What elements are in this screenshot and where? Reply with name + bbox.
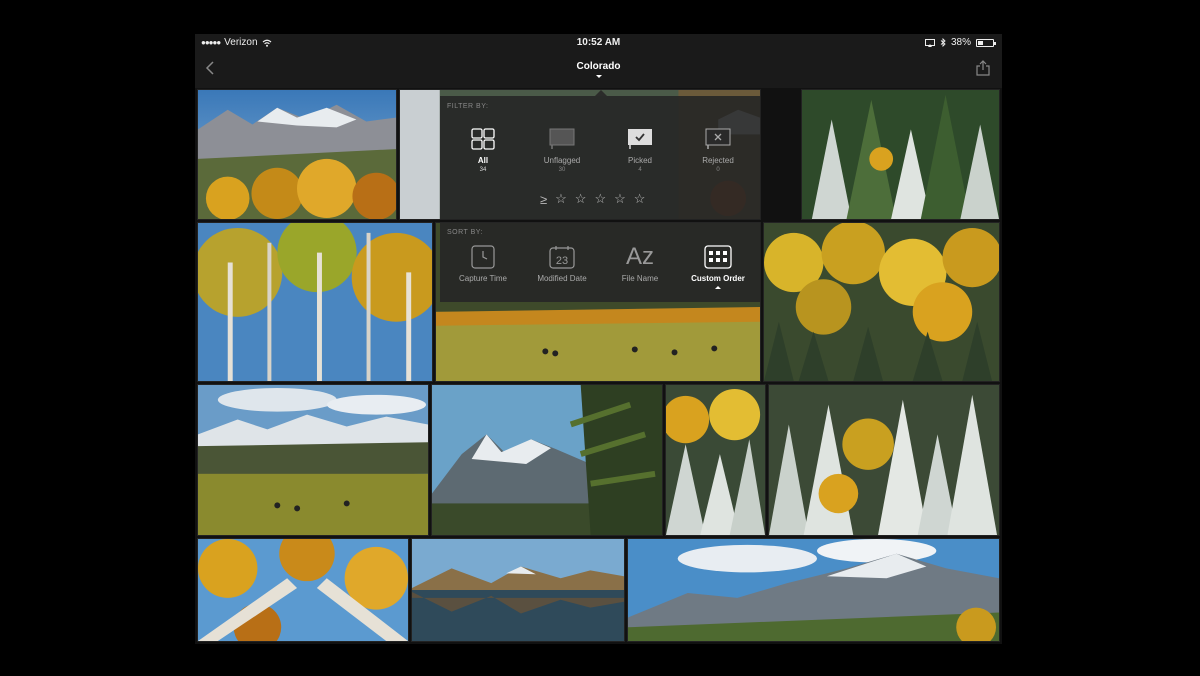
star-3-button[interactable]: ☆ (594, 191, 606, 207)
bluetooth-icon (940, 38, 946, 47)
rating-operator-button[interactable]: ≥ (540, 192, 547, 207)
filter-unflagged-option[interactable]: Unflagged 30 (522, 126, 602, 173)
sort-panel: SORT BY: Capture Time 23 Modified Date A… (440, 222, 760, 302)
photo-thumbnail[interactable] (411, 538, 625, 642)
star-4-button[interactable]: ☆ (614, 191, 626, 207)
sort-section-label: SORT BY: (447, 229, 484, 236)
star-5-button[interactable]: ☆ (634, 191, 646, 207)
share-icon (976, 60, 990, 76)
sort-direction-icon[interactable] (715, 286, 721, 289)
custom-order-icon (704, 245, 732, 269)
flag-empty-icon (549, 128, 575, 149)
sort-file-name-option[interactable]: Az File Name (600, 243, 680, 283)
photo-thumbnail[interactable] (763, 222, 1000, 382)
sort-custom-order-option[interactable]: Custom Order (678, 244, 758, 289)
filter-rejected-option[interactable]: Rejected 0 (678, 126, 758, 173)
filter-option-count: 34 (479, 167, 487, 173)
sort-modified-date-option[interactable]: 23 Modified Date (522, 244, 602, 283)
battery-percent: 38% (950, 37, 971, 48)
flag-rejected-icon (705, 128, 731, 149)
sort-option-label: Capture Time (458, 274, 508, 283)
navigation-bar: Colorado (195, 52, 1002, 88)
battery-fill (978, 40, 983, 45)
calendar-icon: 23 (549, 246, 575, 269)
filter-panel: FILTER BY: All 34 Unflagged 30 Picked 4 … (440, 96, 760, 219)
filter-option-count: 4 (638, 167, 642, 173)
photo-thumbnail[interactable] (431, 384, 663, 536)
filter-picked-option[interactable]: Picked 4 (600, 126, 680, 173)
filter-option-count: 30 (558, 167, 566, 173)
filter-option-label: All (477, 156, 489, 165)
screen-mirror-icon (924, 38, 935, 47)
sort-option-label: Modified Date (537, 274, 587, 283)
filter-option-count: 0 (716, 167, 720, 173)
sort-option-label: File Name (621, 274, 659, 283)
status-bar: ●●●●● Verizon 10:52 AM 38% (195, 34, 1002, 52)
album-title-button[interactable]: Colorado (195, 61, 1002, 78)
filter-option-label: Unflagged (543, 156, 581, 165)
star-1-button[interactable]: ☆ (555, 191, 567, 207)
photo-thumbnail[interactable] (197, 89, 397, 220)
caret-down-icon (595, 75, 602, 78)
photo-thumbnail[interactable] (197, 538, 409, 642)
share-button[interactable] (976, 60, 992, 78)
filter-option-label: Picked (627, 156, 652, 165)
flag-picked-icon (628, 129, 652, 149)
battery-icon (976, 38, 996, 47)
filter-section-label: FILTER BY: (447, 103, 489, 110)
photo-thumbnail[interactable] (768, 384, 1000, 536)
photo-thumbnail[interactable] (801, 89, 1000, 220)
photo-thumbnail[interactable] (665, 384, 766, 536)
photo-thumbnail[interactable] (197, 222, 433, 382)
ipad-screen: ●●●●● Verizon 10:52 AM 38% Colorado FILT… (195, 34, 1002, 644)
star-rating-filter: ≥ ☆ ☆ ☆ ☆ ☆ (540, 191, 645, 207)
filter-all-option[interactable]: All 34 (443, 126, 523, 173)
photo-thumbnail[interactable] (627, 538, 1000, 642)
sort-capture-time-option[interactable]: Capture Time (443, 244, 523, 283)
album-title: Colorado (576, 61, 621, 72)
filter-option-label: Rejected (702, 156, 734, 165)
sort-option-label: Custom Order (691, 274, 745, 283)
photo-thumbnail[interactable] (197, 384, 429, 536)
calendar-icon-text: 23 (556, 255, 568, 267)
clock-icon (471, 245, 495, 269)
grid-icon (471, 128, 495, 150)
filter-sort-popover: FILTER BY: All 34 Unflagged 30 Picked 4 … (440, 90, 760, 302)
az-icon: Az (625, 243, 654, 270)
star-2-button[interactable]: ☆ (575, 191, 587, 207)
clock: 10:52 AM (576, 37, 621, 48)
